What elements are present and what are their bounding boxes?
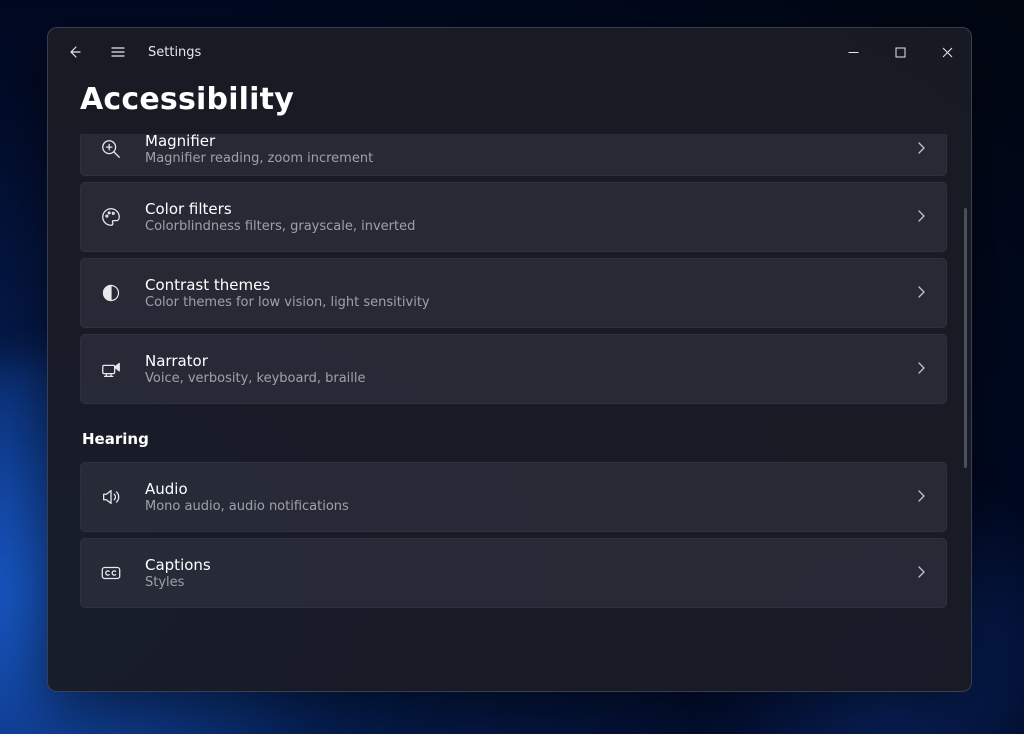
chevron-right-icon: [914, 564, 928, 583]
card-subtitle: Voice, verbosity, keyboard, braille: [145, 371, 914, 386]
arrow-left-icon: [66, 44, 82, 60]
section-header-hearing: Hearing: [82, 430, 947, 448]
chevron-right-icon: [914, 488, 928, 507]
speaker-icon: [99, 485, 123, 509]
card-title: Contrast themes: [145, 276, 914, 294]
card-text: Narrator Voice, verbosity, keyboard, bra…: [145, 352, 914, 386]
maximize-icon: [895, 47, 906, 58]
setting-card-audio[interactable]: Audio Mono audio, audio notifications: [80, 462, 947, 532]
chevron-right-icon: [914, 208, 928, 227]
hamburger-icon: [110, 44, 126, 60]
titlebar: Settings: [48, 28, 971, 76]
hamburger-menu-button[interactable]: [96, 32, 140, 72]
chevron-right-icon: [914, 140, 928, 159]
page-heading: Accessibility: [80, 82, 955, 117]
card-title: Color filters: [145, 200, 914, 218]
window-caption-controls: [830, 37, 971, 68]
maximize-button[interactable]: [877, 37, 924, 68]
card-text: Audio Mono audio, audio notifications: [145, 480, 914, 514]
setting-card-magnifier[interactable]: Magnifier Magnifier reading, zoom increm…: [80, 134, 947, 176]
card-subtitle: Color themes for low vision, light sensi…: [145, 295, 914, 310]
palette-icon: [99, 205, 123, 229]
chevron-right-icon: [914, 284, 928, 303]
close-button[interactable]: [924, 37, 971, 68]
card-subtitle: Styles: [145, 575, 914, 590]
card-subtitle: Mono audio, audio notifications: [145, 499, 914, 514]
settings-window: Settings Accessibility Magnifier: [47, 27, 972, 692]
back-button[interactable]: [52, 32, 96, 72]
scrollbar-thumb[interactable]: [964, 208, 967, 468]
card-text: Magnifier Magnifier reading, zoom increm…: [145, 134, 914, 166]
app-title: Settings: [148, 45, 201, 60]
card-subtitle: Colorblindness filters, grayscale, inver…: [145, 219, 914, 234]
card-text: Contrast themes Color themes for low vis…: [145, 276, 914, 310]
close-icon: [942, 47, 953, 58]
setting-card-contrast-themes[interactable]: Contrast themes Color themes for low vis…: [80, 258, 947, 328]
chevron-right-icon: [914, 360, 928, 379]
setting-card-narrator[interactable]: Narrator Voice, verbosity, keyboard, bra…: [80, 334, 947, 404]
card-title: Captions: [145, 556, 914, 574]
setting-card-captions[interactable]: Captions Styles: [80, 538, 947, 608]
half-circle-icon: [99, 281, 123, 305]
narrator-icon: [99, 357, 123, 381]
magnifier-plus-icon: [99, 137, 123, 161]
card-text: Captions Styles: [145, 556, 914, 590]
closed-captions-icon: [99, 561, 123, 585]
minimize-icon: [848, 47, 859, 58]
card-title: Magnifier: [145, 134, 914, 150]
content-area: Accessibility Magnifier Magnifier readin…: [48, 76, 971, 691]
minimize-button[interactable]: [830, 37, 877, 68]
card-text: Color filters Colorblindness filters, gr…: [145, 200, 914, 234]
settings-scroll-area[interactable]: Magnifier Magnifier reading, zoom increm…: [80, 134, 947, 691]
card-title: Audio: [145, 480, 914, 498]
card-subtitle: Magnifier reading, zoom increment: [145, 151, 914, 166]
setting-card-color-filters[interactable]: Color filters Colorblindness filters, gr…: [80, 182, 947, 252]
card-title: Narrator: [145, 352, 914, 370]
